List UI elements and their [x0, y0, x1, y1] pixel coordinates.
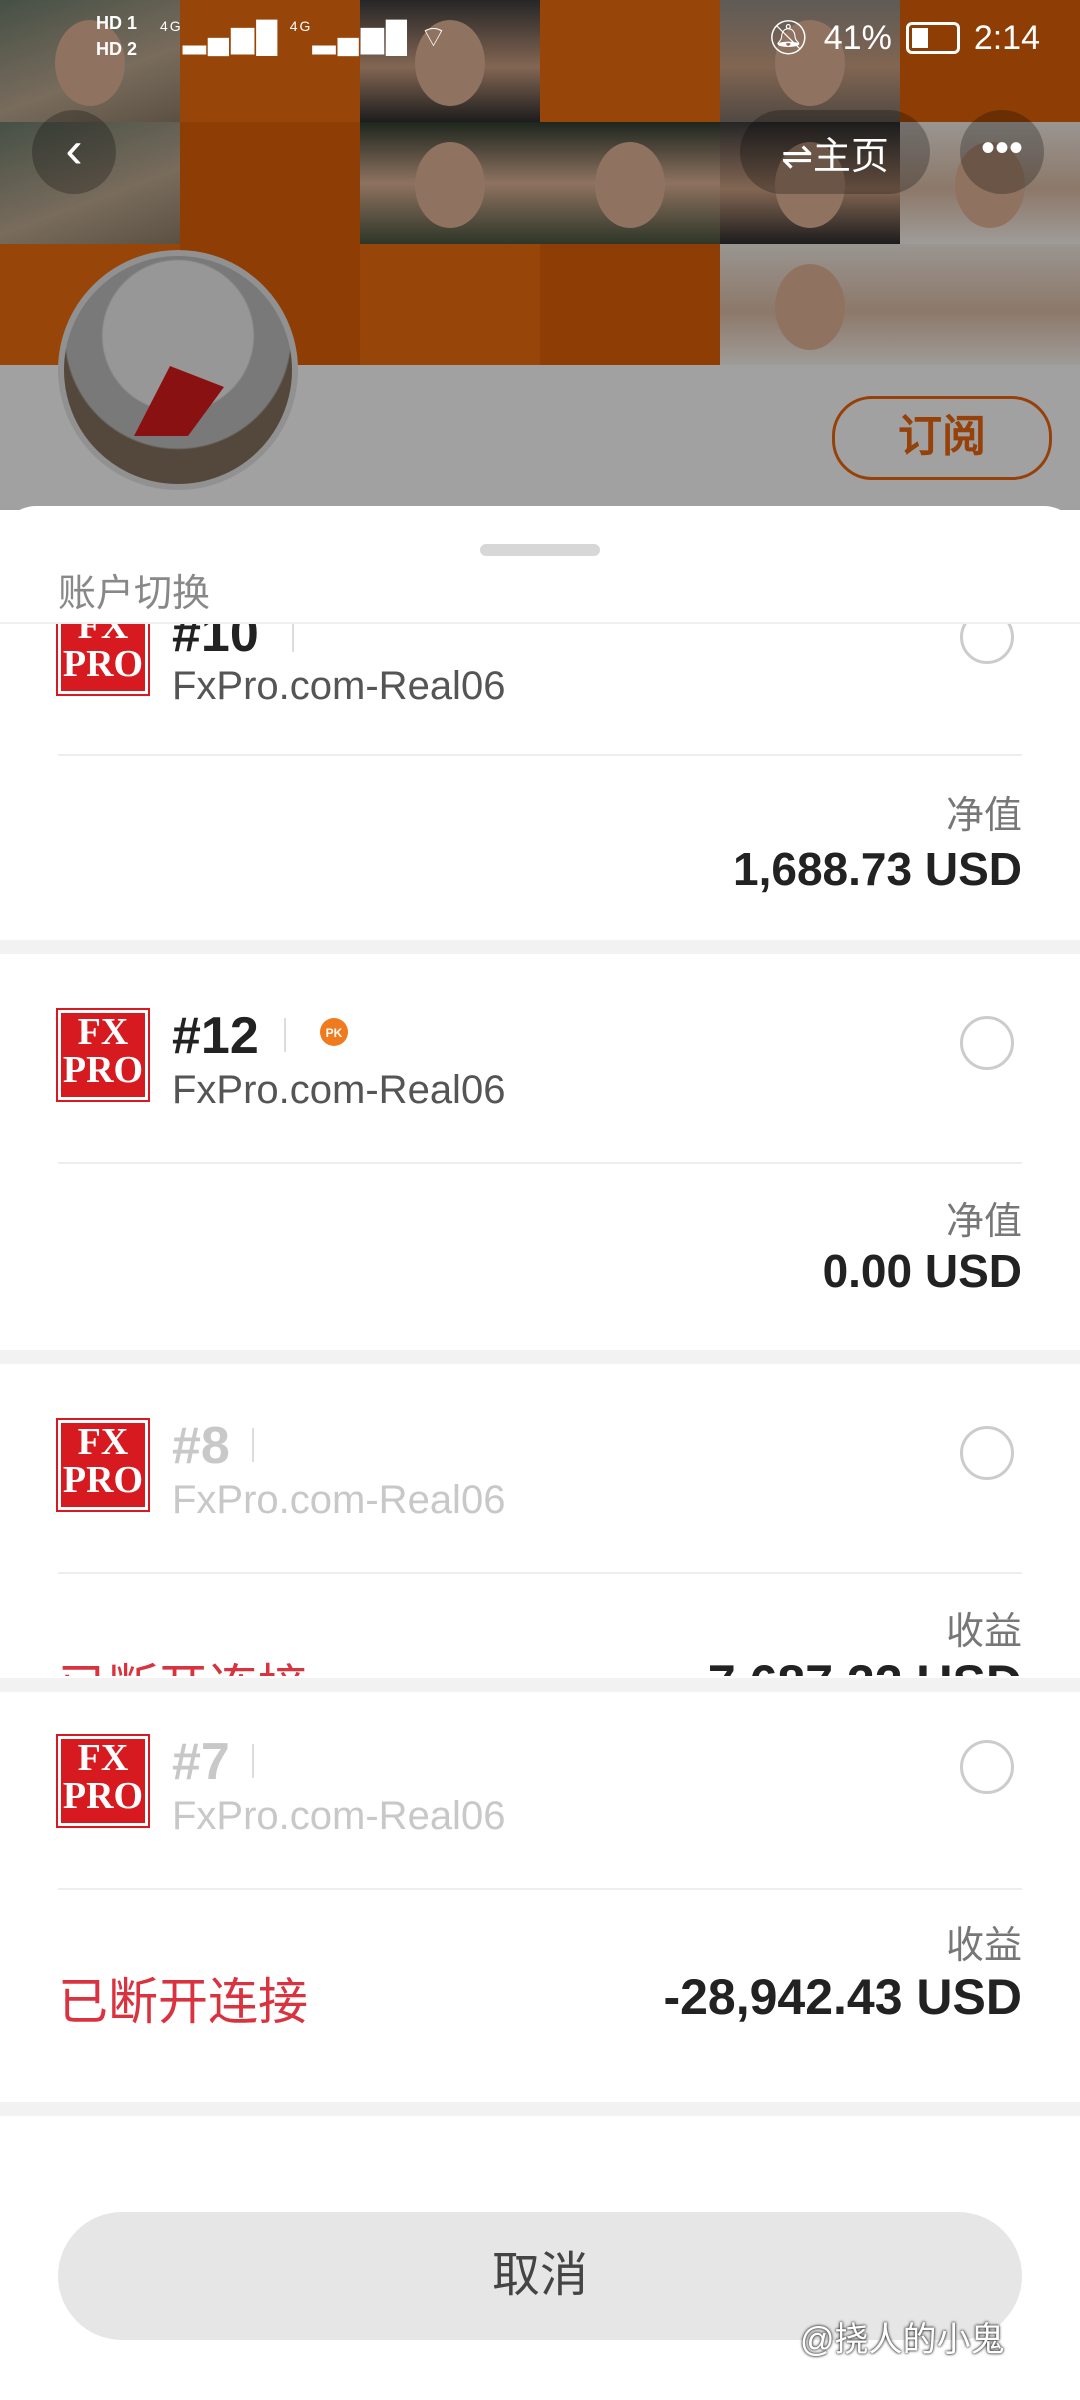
account-card[interactable]: FX PRO #12 PK FxPro.com-Real06 净值 0.00 US… — [0, 954, 1080, 1350]
divider — [58, 1162, 1022, 1164]
server-name: FxPro.com-Real06 — [172, 664, 506, 708]
signal-icon: 4G▂▄▆█ 4G▂▄▆█ ⌔ — [160, 18, 450, 54]
select-radio[interactable] — [960, 1426, 1014, 1480]
sim-label: HD 1 — [96, 13, 138, 33]
account-card[interactable]: FX PRO #10 FxPro.com-Real06 净值 1,688.73 U… — [0, 624, 1080, 940]
divider — [58, 1572, 1022, 1574]
value-label: 净值 — [945, 1201, 1022, 1243]
account-value: -7,687.22 USD — [691, 1654, 1022, 1676]
account-value: 0.00 USD — [822, 1245, 1022, 1297]
account-number: #7 — [172, 1733, 230, 1791]
select-radio[interactable] — [960, 1740, 1014, 1794]
network-type: 4G — [160, 18, 183, 34]
separator — [284, 1018, 286, 1052]
separator — [252, 1428, 254, 1462]
clock: 2:14 — [973, 18, 1040, 57]
separator — [252, 1744, 254, 1778]
sheet-title: 账户切换 — [58, 573, 211, 615]
value-label: 收益 — [945, 1925, 1022, 1967]
separator — [292, 624, 294, 652]
battery-icon — [905, 22, 960, 54]
more-icon[interactable]: ••• — [960, 110, 1044, 194]
card-gap — [0, 2102, 1080, 2116]
drag-handle[interactable] — [480, 544, 600, 556]
home-button[interactable]: ⇌主页 — [740, 110, 930, 194]
account-number: #12 — [172, 1007, 259, 1065]
divider — [58, 754, 1022, 756]
sim-indicator: HD 1 HD 2 — [96, 10, 137, 62]
server-name: FxPro.com-Real06 — [172, 1478, 506, 1522]
mute-icon: 🔕︎ — [766, 19, 810, 57]
divider — [58, 1888, 1022, 1890]
status-right: 🔕︎ 41% 2:14 — [767, 18, 1040, 58]
fxpro-logo: FX PRO — [56, 1008, 150, 1102]
account-list[interactable]: FX PRO #10 FxPro.com-Real06 净值 1,688.73 U… — [0, 624, 1080, 1676]
disconnected-status: 已断开连接 — [58, 1974, 308, 2030]
value-label: 收益 — [945, 1611, 1022, 1653]
account-number: #10 — [172, 624, 259, 663]
account-number: #8 — [172, 1417, 230, 1475]
card-gap — [0, 940, 1080, 954]
account-switch-sheet: 账户切换 FX PRO #10 FxPro.com-Real06 净值 1,688… — [0, 506, 1080, 2400]
profile-header: 订阅 ‹ ⇌主页 ••• HD 1 HD 2 4G▂▄▆█ 4G▂▄▆█ ⌔ 🔕… — [0, 0, 1080, 510]
pk-badge-icon: PK — [320, 1018, 348, 1046]
status-bar: HD 1 HD 2 4G▂▄▆█ 4G▂▄▆█ ⌔ 🔕︎ 41% 2:14 — [0, 0, 1080, 80]
select-radio[interactable] — [960, 624, 1014, 664]
account-card[interactable]: FXPRO #8 FxPro.com-Real06 收益 已断开连接 -7,68… — [0, 1364, 1080, 1676]
account-value: -28,942.43 USD — [663, 1969, 1022, 2025]
account-value: 1,688.73 USD — [733, 843, 1022, 895]
home-label: ⇌主页 — [781, 135, 889, 178]
card-gap — [0, 1678, 1080, 1692]
fxpro-logo: FX PRO — [56, 1734, 150, 1828]
watermark: @挠人的小鬼 — [800, 2321, 1005, 2359]
fxpro-logo: FX PRO — [56, 624, 150, 696]
value-label: 净值 — [945, 795, 1022, 837]
server-name: FxPro.com-Real06 — [172, 1068, 506, 1112]
disconnected-status: 已断开连接 — [58, 1648, 308, 1676]
account-card[interactable]: FX PRO #7 FxPro.com-Real06 收益 已断开连接 -28,9… — [0, 1692, 1080, 2102]
sim-label: HD 2 — [96, 39, 138, 59]
wifi-icon: ⌔ — [419, 21, 450, 54]
back-icon[interactable]: ‹ — [32, 110, 116, 194]
network-type: 4G — [289, 18, 313, 34]
battery-percent: 41% — [823, 18, 892, 57]
server-name: FxPro.com-Real06 — [172, 1794, 506, 1838]
card-gap — [0, 1350, 1080, 1364]
fxpro-logo: FX PRO — [56, 1418, 150, 1512]
select-radio[interactable] — [960, 1016, 1014, 1070]
